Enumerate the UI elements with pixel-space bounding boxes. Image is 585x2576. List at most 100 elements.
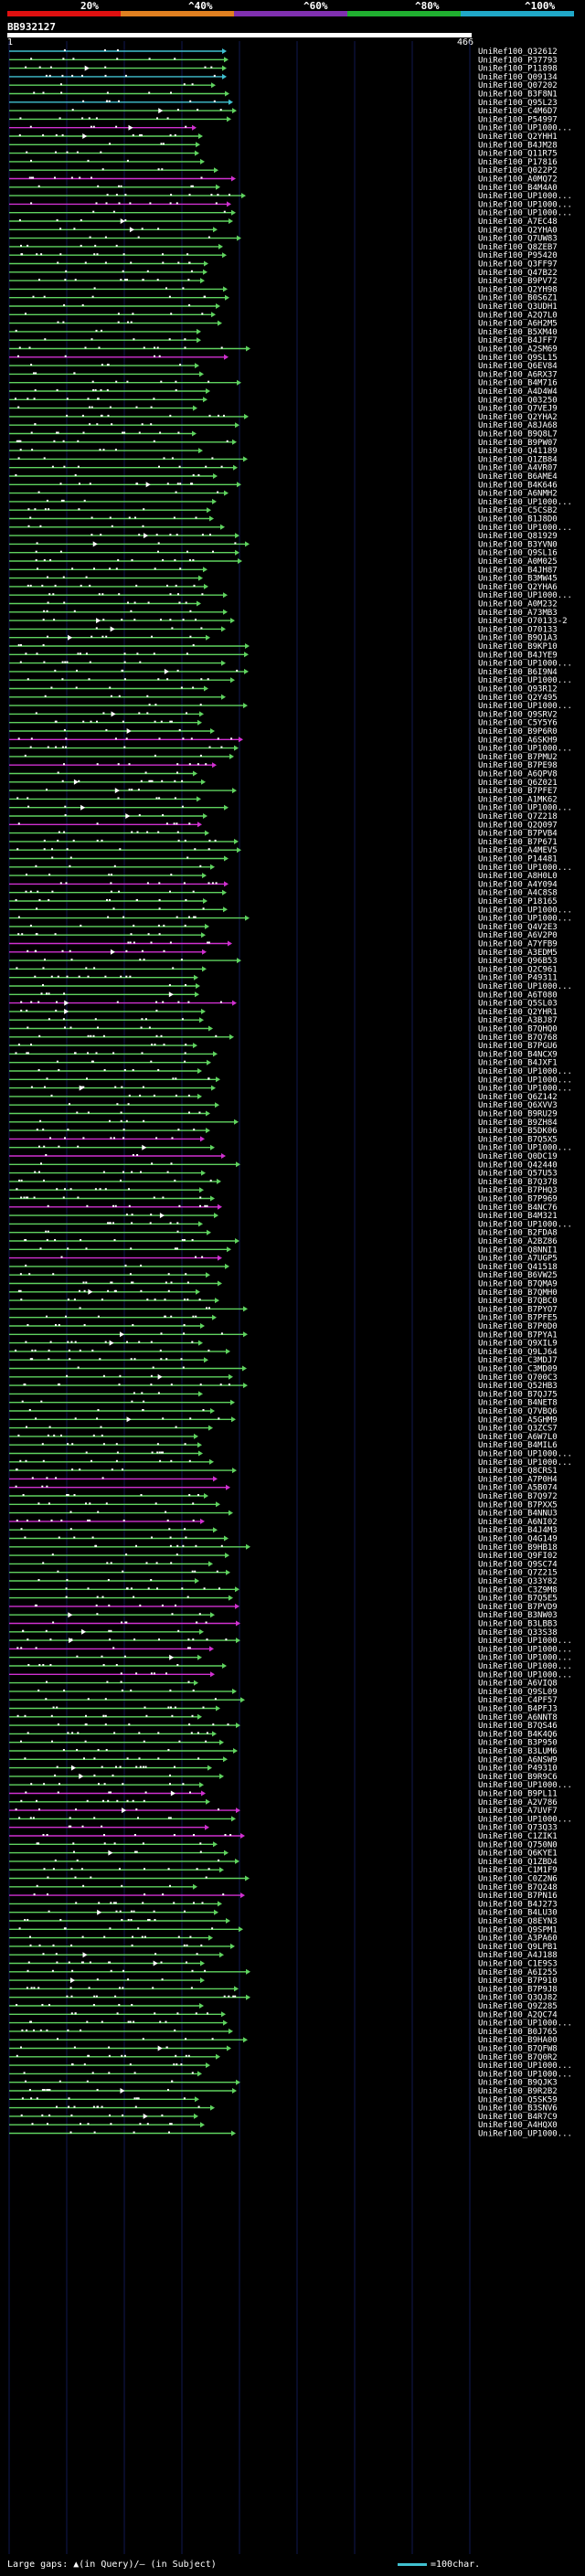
mismatch-mark (38, 1145, 40, 1148)
mismatch-mark (109, 1119, 111, 1122)
mismatch-mark (77, 465, 80, 468)
mismatch-mark (227, 1723, 229, 1726)
mismatch-mark (129, 2020, 132, 2023)
hit-arrow-icon (213, 1476, 218, 1482)
mismatch-mark (183, 1239, 186, 1241)
mismatch-mark (168, 295, 171, 298)
mismatch-mark (65, 270, 68, 272)
hit-arrow-icon (212, 762, 217, 769)
hit-arrow-icon (232, 108, 237, 114)
mismatch-mark (205, 763, 207, 766)
mismatch-mark (57, 975, 59, 978)
mismatch-mark (210, 66, 213, 69)
hit-arrow-icon (203, 397, 207, 403)
mismatch-mark (83, 1324, 86, 1326)
mismatch-mark (175, 1604, 176, 1606)
mismatch-mark (44, 338, 47, 341)
mismatch-mark (154, 1502, 157, 1505)
mismatch-mark (48, 1910, 50, 1913)
mismatch-mark (65, 746, 67, 748)
mismatch-mark (126, 1757, 129, 1760)
mismatch-mark (27, 1664, 30, 1666)
mismatch-mark (193, 1902, 195, 1904)
mismatch-mark (73, 1494, 76, 1496)
hit-arrow-icon (232, 1688, 237, 1694)
hit-arrow-icon (239, 737, 243, 743)
mismatch-mark (131, 1400, 133, 1403)
mismatch-mark (68, 2105, 70, 2108)
mismatch-mark (87, 159, 90, 162)
hit-arrow-icon (213, 1841, 218, 1848)
mismatch-mark (32, 176, 35, 179)
mismatch-mark (52, 1868, 55, 1871)
mismatch-mark (25, 2080, 27, 2083)
mismatch-mark (140, 1171, 142, 1173)
hit-arrow-icon (218, 1901, 222, 1907)
mismatch-mark (136, 652, 139, 655)
mismatch-mark (69, 1825, 72, 1828)
mismatch-mark (16, 967, 18, 970)
mismatch-mark (42, 1562, 45, 1564)
mismatch-mark (59, 253, 62, 256)
mismatch-mark (112, 1204, 114, 1207)
mismatch-mark (197, 109, 199, 111)
hit-label[interactable]: UniRef100_UP1000... (478, 2130, 572, 2139)
mismatch-mark (34, 423, 37, 426)
mismatch-mark (68, 1349, 70, 1352)
mismatch-mark (99, 1188, 101, 1191)
mismatch-mark (72, 839, 75, 842)
mismatch-mark (126, 380, 129, 383)
mismatch-mark (30, 737, 33, 740)
mismatch-mark (197, 763, 199, 766)
mismatch-mark (189, 1935, 192, 1938)
mismatch-mark (65, 1315, 67, 1318)
mismatch-mark (44, 959, 46, 961)
mismatch-mark (188, 194, 191, 196)
mismatch-mark (114, 1086, 117, 1088)
mismatch-mark (156, 1443, 159, 1446)
mismatch-mark (97, 1026, 99, 1029)
mismatch-mark (218, 414, 219, 417)
mismatch-mark (20, 2114, 23, 2116)
mismatch-mark (42, 967, 45, 970)
mismatch-mark (151, 1451, 154, 1454)
hit-arrow-icon (210, 728, 215, 734)
mismatch-mark (88, 678, 90, 681)
mismatch-mark (123, 431, 126, 434)
mismatch-mark (25, 1459, 27, 1462)
mismatch-mark (73, 1536, 76, 1539)
mismatch-mark (99, 1358, 101, 1361)
hit-arrow-icon (195, 363, 199, 369)
mismatch-mark (113, 1239, 116, 1241)
mismatch-mark (104, 1698, 107, 1701)
mismatch-mark (159, 2020, 162, 2023)
mismatch-mark (15, 1349, 17, 1352)
mismatch-mark (120, 1680, 122, 1683)
gap-marker-icon (128, 124, 133, 131)
mismatch-mark (61, 779, 64, 782)
mismatch-mark (69, 1511, 72, 1513)
mismatch-mark (125, 1553, 128, 1556)
mismatch-mark (99, 449, 101, 451)
mismatch-mark (47, 1204, 49, 1207)
mismatch-mark (43, 610, 46, 612)
mismatch-mark (153, 1094, 155, 1097)
mismatch-mark (109, 1638, 112, 1641)
mismatch-mark (165, 1672, 167, 1675)
mismatch-mark (71, 1732, 74, 1734)
mismatch-mark (29, 1817, 32, 1819)
mismatch-mark (115, 125, 118, 128)
mismatch-mark (89, 236, 91, 239)
mismatch-mark (206, 1204, 208, 1207)
mismatch-mark (161, 2114, 164, 2116)
mismatch-mark (188, 1647, 191, 1649)
mismatch-mark (54, 933, 57, 936)
mismatch-mark (160, 1358, 163, 1361)
mismatch-mark (132, 1069, 134, 1071)
mismatch-mark (176, 1553, 178, 1556)
hit-arrow-icon (197, 1654, 202, 1660)
hit-arrow-icon (197, 337, 201, 344)
mismatch-mark (98, 1783, 100, 1786)
mismatch-mark (119, 1987, 121, 1989)
mismatch-mark (191, 1969, 194, 1972)
